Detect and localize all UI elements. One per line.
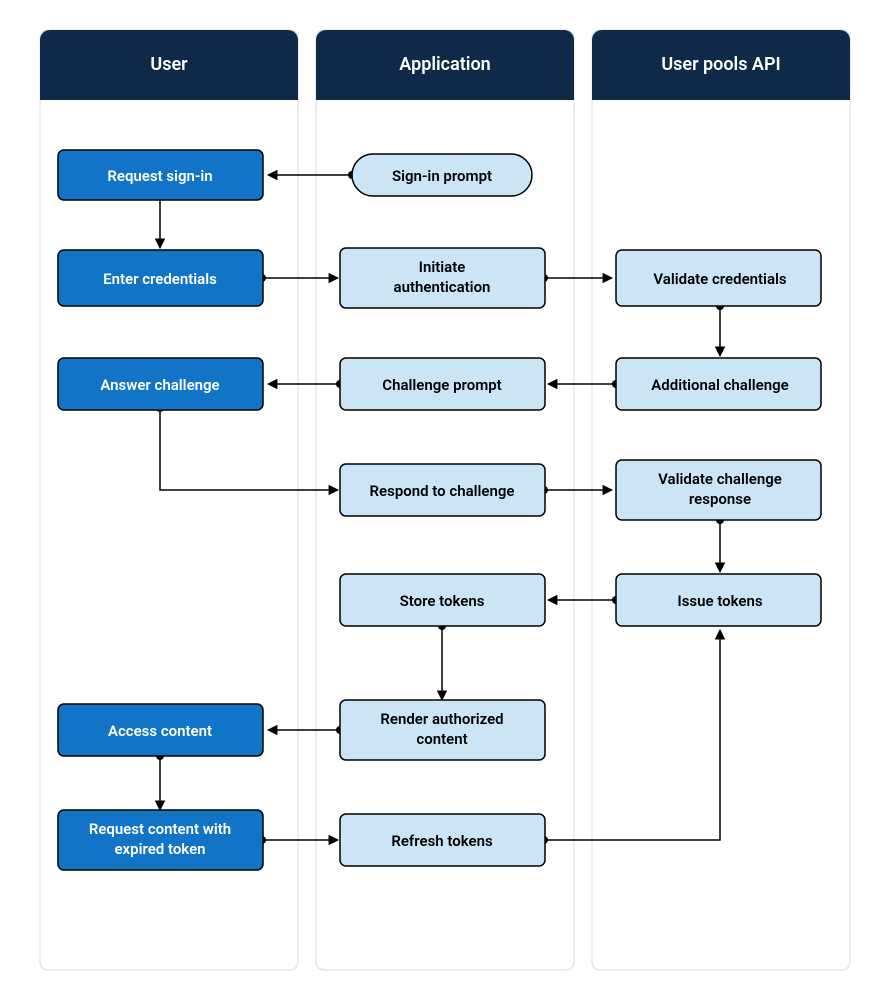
node-refresh-tokens: Refresh tokens bbox=[340, 814, 545, 866]
svg-text:content: content bbox=[416, 730, 467, 748]
node-answer-challenge: Answer challenge bbox=[58, 358, 263, 410]
lane-api-title: User pools API bbox=[661, 54, 780, 75]
svg-text:Access content: Access content bbox=[108, 722, 212, 740]
svg-text:Initiate: Initiate bbox=[419, 258, 466, 276]
node-request-signin: Request sign-in bbox=[58, 150, 263, 200]
svg-text:Issue tokens: Issue tokens bbox=[677, 592, 762, 610]
svg-text:Validate challenge: Validate challenge bbox=[658, 470, 782, 488]
node-access-content: Access content bbox=[58, 704, 263, 756]
node-validate-credentials: Validate credentials bbox=[616, 250, 821, 306]
svg-text:Validate credentials: Validate credentials bbox=[653, 270, 787, 288]
node-request-expired: Request content with expired token bbox=[58, 810, 263, 870]
svg-text:authentication: authentication bbox=[394, 278, 491, 296]
node-issue-tokens: Issue tokens bbox=[616, 574, 821, 626]
edge-answer-to-respond bbox=[160, 408, 338, 490]
svg-text:Store tokens: Store tokens bbox=[400, 592, 485, 610]
lane-app-title: Application bbox=[399, 54, 490, 75]
svg-text:Answer challenge: Answer challenge bbox=[100, 376, 219, 394]
node-respond-challenge: Respond to challenge bbox=[340, 464, 545, 516]
node-enter-credentials: Enter credentials bbox=[58, 250, 263, 306]
svg-text:Challenge prompt: Challenge prompt bbox=[382, 376, 501, 394]
node-store-tokens: Store tokens bbox=[340, 574, 545, 626]
node-render-content: Render authorized content bbox=[340, 700, 545, 760]
node-signin-prompt: Sign-in prompt bbox=[352, 154, 532, 196]
svg-text:expired token: expired token bbox=[114, 840, 205, 858]
svg-text:Request sign-in: Request sign-in bbox=[107, 167, 212, 185]
svg-text:Refresh tokens: Refresh tokens bbox=[391, 832, 493, 850]
svg-text:response: response bbox=[689, 490, 751, 508]
node-additional-challenge: Additional challenge bbox=[616, 358, 821, 410]
flow-diagram: User Application User pools API bbox=[0, 0, 874, 1000]
svg-text:Sign-in prompt: Sign-in prompt bbox=[392, 167, 492, 185]
node-challenge-prompt: Challenge prompt bbox=[340, 358, 545, 410]
svg-text:Request content with: Request content with bbox=[89, 820, 231, 838]
node-initiate-auth: Initiate authentication bbox=[340, 248, 545, 308]
svg-text:Render authorized: Render authorized bbox=[380, 710, 503, 728]
edge-refresh-to-issue bbox=[544, 630, 720, 840]
svg-text:Enter credentials: Enter credentials bbox=[103, 270, 217, 288]
lane-user-title: User bbox=[150, 54, 188, 75]
svg-text:Respond to challenge: Respond to challenge bbox=[370, 482, 515, 500]
svg-text:Additional challenge: Additional challenge bbox=[651, 376, 788, 394]
node-validate-response: Validate challenge response bbox=[616, 460, 821, 520]
